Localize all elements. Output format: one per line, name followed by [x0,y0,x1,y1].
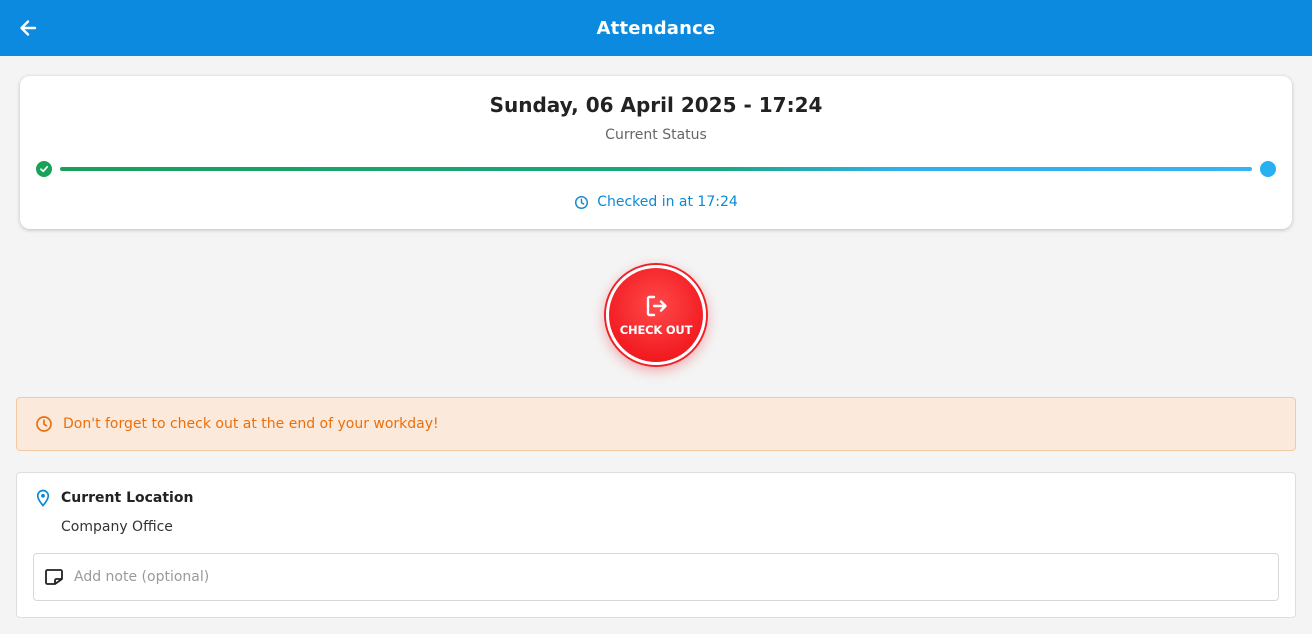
current-date-time: Sunday, 06 April 2025 - 17:24 [489,93,823,117]
reminder-text: Don't forget to check out at the end of … [63,416,439,432]
check-out-button[interactable]: CHECK OUT [606,265,706,365]
logout-icon [646,295,667,317]
map-pin-icon [36,489,50,507]
page-title: Attendance [596,17,716,39]
location-header: Current Location [35,489,193,507]
dot-icon [1260,161,1276,177]
clock-icon [575,195,589,209]
check-circle-icon [36,161,52,177]
checked-in-info: Checked in at 17:24 [20,194,1292,210]
app-bar: Attendance [0,0,1312,56]
checked-in-text: Checked in at 17:24 [597,194,738,210]
checkout-reminder: Don't forget to check out at the end of … [16,397,1296,451]
back-button[interactable] [14,14,42,42]
location-value: Company Office [61,519,173,535]
note-field[interactable] [33,553,1279,601]
attendance-progress [36,160,1276,178]
arrow-left-icon [20,20,37,36]
current-status-label: Current Status [605,127,707,143]
location-title: Current Location [61,490,194,506]
note-icon [45,569,63,585]
status-card: Sunday, 06 April 2025 - 17:24 Current St… [20,76,1292,229]
note-input[interactable] [74,569,1224,585]
check-out-label: CHECK OUT [619,323,693,337]
clock-icon [36,416,52,432]
progress-track [60,167,1252,171]
location-card: Current Location Company Office [16,472,1296,618]
